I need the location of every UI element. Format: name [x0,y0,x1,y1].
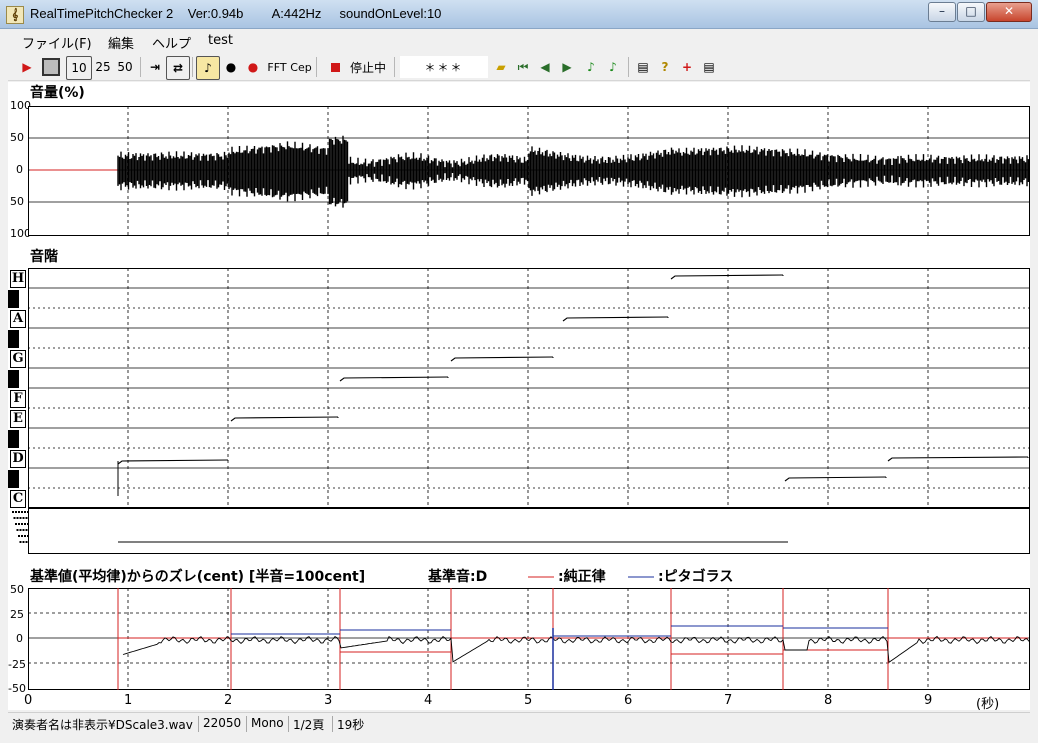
toolbar: ▶ 10 25 50 ⇥ ⇄ ♪ ● ● FFT Cep 停止中 ＊＊＊ ▰ ⏮… [8,54,1030,81]
toolbar-separator [394,57,395,77]
fft-button[interactable]: FFT [264,56,290,78]
pitch-panel-title: 音階 [30,249,58,265]
legend-just-label: :純正律 [558,569,606,585]
time-axis-label: 8 [824,693,833,708]
status-file: 演奏者名は非表示¥DScale3.wav [12,718,193,732]
black-key [8,430,19,448]
zoom-10-button[interactable]: 10 [66,56,92,80]
note-strip [12,508,1030,554]
time-axis-label: 0 [24,693,33,708]
skip-start-icon[interactable]: ⏮ [512,56,534,78]
stop-icon[interactable] [40,56,62,78]
menu-test[interactable]: test [208,33,233,48]
time-axis-unit: (秒) [976,697,1000,712]
jump-end-icon[interactable]: ⇥ [144,56,166,78]
window-title: RealTimePitchChecker 2 Ver:0.94b A:442Hz… [30,6,442,21]
time-axis-label: 2 [224,693,233,708]
menu-bar: ファイル(F) 編集 ヘルプ test [8,30,1030,52]
legend-just-swatch [528,576,554,578]
strip-frame [28,508,1030,554]
time-axis-label: 3 [324,693,333,708]
pitch-graph [28,268,1030,508]
status-page: 1/2頁 [288,716,324,732]
status-bar: 演奏者名は非表示¥DScale3.wav 22050 Mono 1/2頁 19秒 [8,712,1030,735]
toolbar-separator [628,57,629,77]
loop-icon[interactable]: ⇄ [166,56,190,80]
app-window: 𝄞 RealTimePitchChecker 2 Ver:0.94b A:442… [0,0,1038,743]
deviation-y-label: -25 [8,658,26,671]
time-axis-label: 5 [524,693,533,708]
deviation-panel-title: 基準値(平均律)からのズレ(cent) [半音=100cent] [30,569,366,585]
close-button[interactable]: ✕ [986,2,1032,22]
volume-y-label: 50 [10,131,24,144]
volume-y-label: 0 [16,163,23,176]
zoom-25-button[interactable]: 25 [92,56,114,78]
status-label: 停止中 [349,60,386,75]
menu-file[interactable]: ファイル(F) [22,33,92,52]
note-label-a: A [10,310,26,328]
note-label-d: D [10,450,26,468]
status-duration: 19秒 [332,716,364,732]
note-label-h: H [10,270,26,288]
time-axis-label: 9 [924,693,933,708]
help-icon[interactable]: ? [654,56,676,78]
step-back-icon[interactable]: ◀ [534,56,556,78]
person-red-icon[interactable]: ● [242,56,264,78]
plot-area: 音量(%) 100 50 0 50 100 音階 HAGFEDC 基準値(平均律… [8,82,1030,712]
time-axis: 0 1 2 3 4 5 6 7 8 9 [8,692,1030,710]
print-icon[interactable]: ▤ [632,56,654,78]
note-label-f: F [10,390,26,408]
step-forward-icon[interactable]: ▶ [556,56,578,78]
person-black-icon[interactable]: ● [220,56,242,78]
record-stop-icon[interactable] [324,56,346,78]
black-key [8,330,19,348]
time-axis-label: 4 [424,693,433,708]
cep-button[interactable]: Cep [290,56,312,78]
black-key [8,470,19,488]
black-key [8,290,19,308]
title-bar: 𝄞 RealTimePitchChecker 2 Ver:0.94b A:442… [0,0,1038,29]
toolbar-separator [192,57,193,77]
deviation-y-label: 25 [10,608,24,621]
time-axis-label: 6 [624,693,633,708]
note-prev-icon[interactable]: ♪ [580,56,602,78]
note-label-e: E [10,410,26,428]
time-axis-label: 1 [124,693,133,708]
note-label-g: G [10,350,26,368]
status-channels: Mono [246,716,284,732]
status-sample-rate: 22050 [198,716,241,732]
toolbar-separator [140,57,141,77]
deviation-y-label: 0 [16,632,23,645]
volume-waveform-graph [28,106,1030,236]
note-next-icon[interactable]: ♪ [602,56,624,78]
volume-y-label: 50 [10,195,24,208]
black-key [8,370,19,388]
marker-icon[interactable]: + [676,56,698,78]
deviation-frame [28,588,1030,690]
legend-pyth-label: :ピタゴラス [658,569,734,585]
print-preview-icon[interactable]: ▤ [698,56,720,78]
note-display: ＊＊＊ [400,56,488,78]
volume-panel-title: 音量(%) [30,85,85,101]
toolbar-separator [316,57,317,77]
app-icon: 𝄞 [6,6,24,24]
violin-icon[interactable]: ♪ [196,56,220,80]
deviation-y-label: 50 [10,583,24,596]
menu-edit[interactable]: 編集 [108,33,134,52]
note-label-c: C [10,490,26,508]
open-folder-icon[interactable]: ▰ [490,56,512,78]
time-axis-label: 7 [724,693,733,708]
legend-pyth-swatch [628,576,654,578]
maximize-button[interactable]: □ [957,2,985,22]
minimize-button[interactable]: – [928,2,956,22]
play-icon[interactable]: ▶ [16,56,38,78]
base-note-label: 基準音:D [428,569,488,585]
note-keyboard: H A G FE D C [8,268,28,508]
zoom-50-button[interactable]: 50 [114,56,136,78]
menu-help[interactable]: ヘルプ [152,33,191,52]
deviation-graph [28,588,1030,690]
